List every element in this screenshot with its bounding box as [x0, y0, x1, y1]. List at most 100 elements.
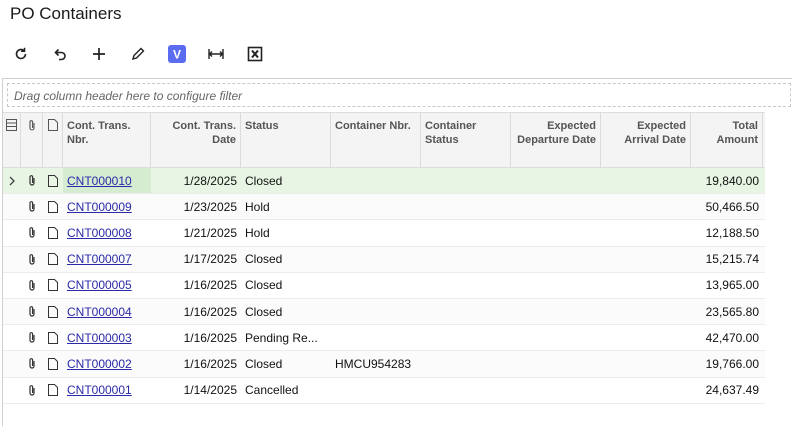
- add-button[interactable]: [88, 43, 110, 65]
- col-header-container-nbr[interactable]: Container Nbr.: [331, 113, 421, 167]
- cell-container-nbr: [331, 194, 421, 219]
- row-selector[interactable]: [3, 168, 21, 193]
- paperclip-icon: [29, 384, 35, 396]
- note-cell[interactable]: [43, 194, 63, 219]
- table-row[interactable]: CNT000005 1/16/2025 Closed 13,965.00: [3, 273, 765, 299]
- cell-container-nbr: [331, 273, 421, 298]
- cell-arrival: [601, 273, 691, 298]
- col-header-nbr[interactable]: Cont. Trans. Nbr.: [63, 113, 151, 167]
- attachment-cell[interactable]: [21, 351, 43, 376]
- undo-button[interactable]: [49, 43, 71, 65]
- undo-icon: [54, 48, 66, 61]
- cell-status: Hold: [245, 199, 270, 214]
- cell-date: 1/17/2025: [183, 252, 237, 267]
- attachment-header[interactable]: [21, 113, 43, 167]
- cell-amount: 13,965.00: [705, 278, 759, 293]
- cell-status: Closed: [245, 278, 283, 293]
- edit-button[interactable]: [127, 43, 149, 65]
- cell-container-status: [421, 220, 511, 245]
- table-row[interactable]: CNT000002 1/16/2025 Closed HMCU954283 19,766…: [3, 351, 765, 378]
- fit-columns-button[interactable]: [205, 43, 227, 65]
- cell-date: 1/16/2025: [183, 356, 237, 371]
- note-cell[interactable]: [43, 168, 63, 193]
- note-cell[interactable]: [43, 273, 63, 298]
- cell-amount: 12,188.50: [705, 225, 759, 240]
- cell-arrival: [601, 378, 691, 403]
- cont-trans-link[interactable]: CNT000007: [67, 252, 132, 266]
- paperclip-icon: [28, 120, 35, 131]
- paperclip-icon: [29, 253, 35, 265]
- cont-trans-link[interactable]: CNT000003: [67, 331, 132, 345]
- cont-trans-link[interactable]: CNT000001: [67, 383, 132, 397]
- grid-body: CNT000010 1/28/2025 Closed 19,840.00 CNT0000…: [3, 168, 765, 404]
- cont-trans-link[interactable]: CNT000004: [67, 305, 132, 319]
- table-row[interactable]: CNT000010 1/28/2025 Closed 19,840.00: [3, 168, 765, 195]
- table-row[interactable]: CNT000003 1/16/2025 Pending Re... 42,470.00: [3, 325, 765, 352]
- grid-header: Cont. Trans. Nbr. Cont. Trans. Date Stat…: [3, 112, 765, 168]
- cell-container-nbr: [331, 220, 421, 245]
- cell-date: 1/21/2025: [183, 225, 237, 240]
- cell-departure: [511, 351, 601, 376]
- col-header-arrival[interactable]: Expected Arrival Date: [601, 113, 691, 167]
- attachment-cell[interactable]: [21, 220, 43, 245]
- filter-bar[interactable]: Drag column header here to configure fil…: [7, 83, 791, 107]
- page-title: PO Containers: [10, 4, 122, 23]
- cell-departure: [511, 194, 601, 219]
- cell-amount: 15,215.74: [705, 252, 759, 267]
- cell-status: Pending Re...: [245, 330, 318, 345]
- table-row[interactable]: CNT000004 1/16/2025 Closed 23,565.80: [3, 298, 765, 326]
- row-selector[interactable]: [3, 351, 21, 376]
- cont-trans-link[interactable]: CNT000010: [67, 174, 132, 188]
- row-selector[interactable]: [3, 299, 21, 324]
- attachment-cell[interactable]: [21, 378, 43, 403]
- col-header-date[interactable]: Cont. Trans. Date: [151, 113, 241, 167]
- cont-trans-link[interactable]: CNT000002: [67, 357, 132, 371]
- row-selector[interactable]: [3, 194, 21, 219]
- col-header-status[interactable]: Status: [241, 113, 331, 167]
- table-row[interactable]: CNT000007 1/17/2025 Closed 15,215.74: [3, 246, 765, 273]
- cell-nbr: CNT000004: [63, 299, 151, 324]
- v-button[interactable]: V: [166, 43, 188, 65]
- cell-container-status: [421, 247, 511, 272]
- attachment-cell[interactable]: [21, 325, 43, 350]
- cell-arrival: [601, 299, 691, 324]
- table-row[interactable]: CNT000009 1/23/2025 Hold 50,466.50: [3, 194, 765, 221]
- cell-departure: [511, 247, 601, 272]
- excel-export-button[interactable]: [244, 43, 266, 65]
- row-selector[interactable]: [3, 378, 21, 403]
- attachment-cell[interactable]: [21, 247, 43, 272]
- cell-amount: 19,766.00: [705, 356, 759, 371]
- table-row[interactable]: CNT000001 1/14/2025 Cancelled 24,637.49: [3, 378, 765, 404]
- refresh-button[interactable]: [10, 43, 32, 65]
- row-selector[interactable]: [3, 247, 21, 272]
- cell-container-nbr: [331, 247, 421, 272]
- note-header[interactable]: [43, 113, 63, 167]
- col-header-departure[interactable]: Expected Departure Date: [511, 113, 601, 167]
- note-cell[interactable]: [43, 299, 63, 324]
- col-header-container-status[interactable]: Container Status: [421, 113, 511, 167]
- row-selector[interactable]: [3, 220, 21, 245]
- note-cell[interactable]: [43, 378, 63, 403]
- cell-date: 1/16/2025: [183, 278, 237, 293]
- row-selector[interactable]: [3, 273, 21, 298]
- cell-nbr: CNT000009: [63, 194, 151, 219]
- row-selector-header[interactable]: [3, 113, 21, 167]
- attachment-cell[interactable]: [21, 194, 43, 219]
- cont-trans-link[interactable]: CNT000008: [67, 226, 132, 240]
- attachment-cell[interactable]: [21, 168, 43, 193]
- cell-date: 1/28/2025: [183, 173, 237, 188]
- cell-arrival: [601, 351, 691, 376]
- cell-arrival: [601, 194, 691, 219]
- cont-trans-link[interactable]: CNT000005: [67, 278, 132, 292]
- cont-trans-link[interactable]: CNT000009: [67, 200, 132, 214]
- col-header-amount[interactable]: Total Amount: [691, 113, 763, 167]
- attachment-cell[interactable]: [21, 273, 43, 298]
- note-cell[interactable]: [43, 247, 63, 272]
- note-cell[interactable]: [43, 325, 63, 350]
- table-row[interactable]: CNT000008 1/21/2025 Hold 12,188.50: [3, 220, 765, 247]
- svg-text:V: V: [173, 48, 181, 62]
- note-cell[interactable]: [43, 220, 63, 245]
- row-selector[interactable]: [3, 325, 21, 350]
- note-cell[interactable]: [43, 351, 63, 376]
- attachment-cell[interactable]: [21, 299, 43, 324]
